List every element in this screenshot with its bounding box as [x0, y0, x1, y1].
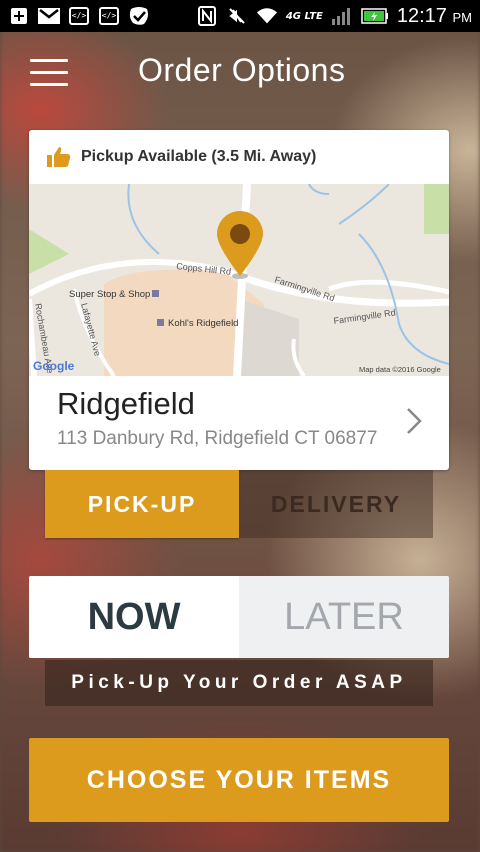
timing-caption: Pick-Up Your Order ASAP: [45, 660, 433, 706]
chevron-right-icon: [407, 408, 422, 434]
mute-icon: [226, 7, 248, 25]
thumbs-up-icon: [47, 147, 71, 167]
code-icon: </>: [68, 7, 90, 25]
availability-text: Pickup Available (3.5 Mi. Away): [81, 148, 317, 165]
map-attribution: Map data ©2016 Google: [359, 365, 441, 374]
later-tab[interactable]: LATER: [239, 576, 449, 658]
availability-banner: Pickup Available (3.5 Mi. Away): [29, 130, 449, 184]
map-graphic: Copps Hill Rd Farmingville Rd Farmingvil…: [29, 183, 449, 378]
status-bar: </> </> 4G LTE 12:17 PM: [0, 0, 480, 32]
location-details[interactable]: Ridgefield 113 Danbury Rd, Ridgefield CT…: [29, 376, 449, 470]
pickup-tab[interactable]: PICK-UP: [45, 470, 239, 538]
location-map[interactable]: Copps Hill Rd Farmingville Rd Farmingvil…: [29, 183, 449, 378]
code-icon: </>: [98, 7, 120, 25]
delivery-tab[interactable]: DELIVERY: [239, 470, 433, 538]
shop-icon: [152, 290, 159, 297]
gmail-icon: [38, 7, 60, 25]
park-area: [424, 184, 449, 234]
poi-label: Kohl's Ridgefield: [168, 318, 238, 329]
menu-icon[interactable]: [30, 59, 68, 87]
plus-icon: [8, 7, 30, 25]
now-tab[interactable]: NOW: [29, 576, 239, 658]
shop-icon: [157, 319, 164, 326]
check-icon: [128, 7, 150, 25]
network-type-label: 4G LTE: [285, 10, 323, 22]
order-type-toggle: PICK-UP DELIVERY: [45, 470, 433, 538]
clock: 12:17 PM: [396, 4, 472, 27]
google-logo: Google: [33, 359, 75, 373]
page-title: Order Options: [138, 52, 346, 88]
choose-items-button[interactable]: CHOOSE YOUR ITEMS: [29, 738, 449, 822]
poi-label: Super Stop & Shop: [69, 289, 150, 300]
timing-toggle: NOW LATER: [29, 576, 449, 658]
nfc-icon: [196, 6, 218, 26]
signal-icon: [331, 7, 353, 25]
location-address: 113 Danbury Rd, Ridgefield CT 06877: [57, 428, 378, 449]
location-name: Ridgefield: [57, 386, 195, 421]
app-header: Order Options: [0, 32, 480, 114]
wifi-icon: [256, 7, 278, 25]
battery-icon: [361, 7, 389, 25]
location-card: Pickup Available (3.5 Mi. Away) Copps Hi…: [29, 130, 449, 470]
